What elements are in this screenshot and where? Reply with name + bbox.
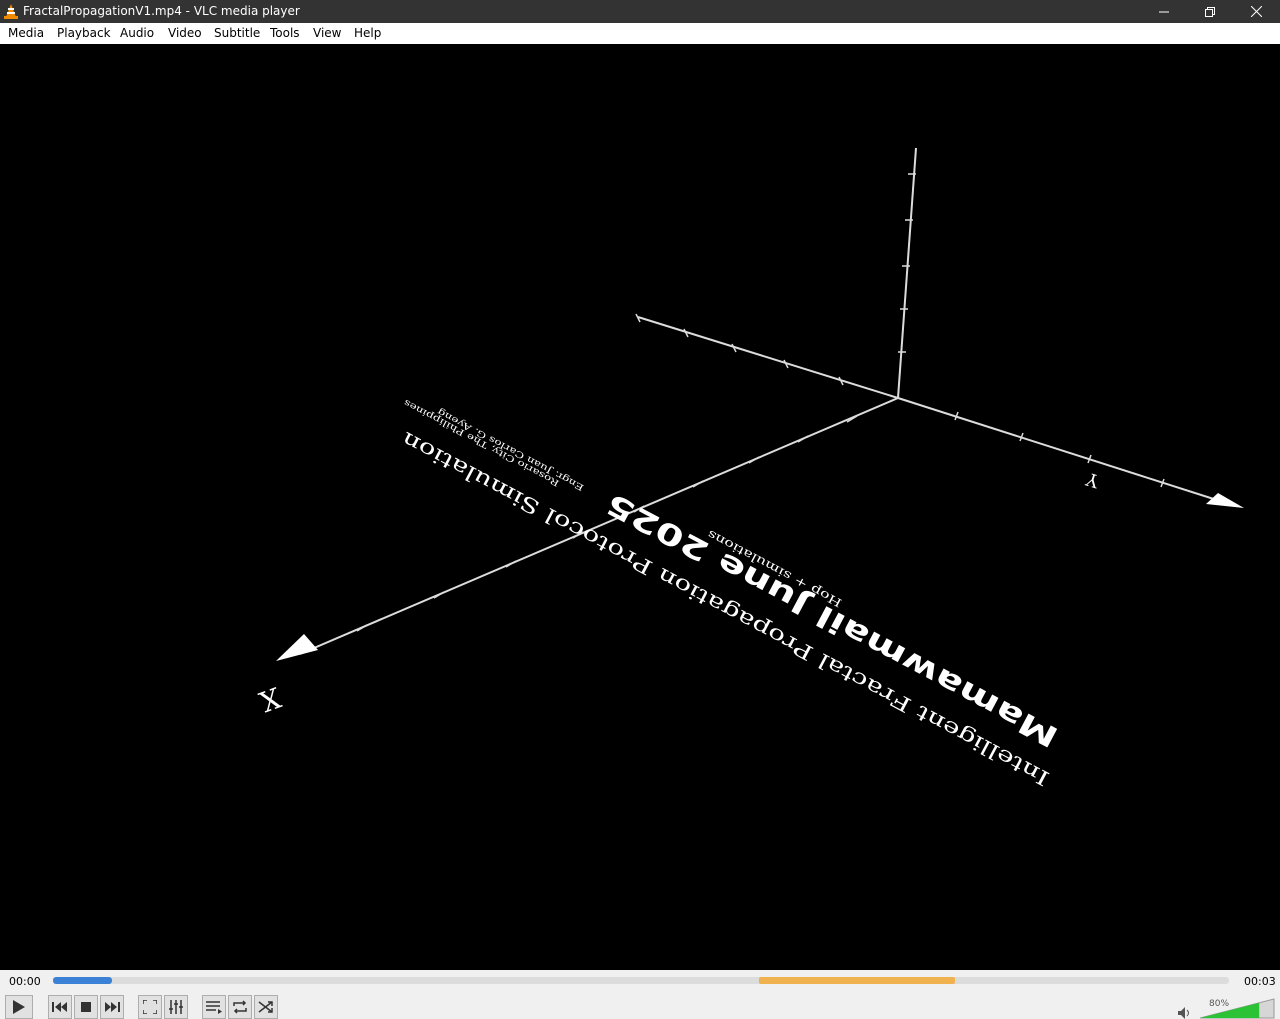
seek-bar-progress <box>53 977 112 984</box>
menu-video[interactable]: Video <box>168 26 202 40</box>
restore-button[interactable] <box>1187 0 1233 23</box>
next-button[interactable] <box>100 995 124 1019</box>
y-axis-line <box>897 397 1221 502</box>
menu-view[interactable]: View <box>313 26 341 40</box>
speaker-icon[interactable] <box>1178 1007 1192 1019</box>
y-axis-label: Y <box>1083 467 1103 491</box>
back-axis-line <box>637 316 899 399</box>
seek-bar[interactable] <box>53 977 1229 984</box>
menu-bar: Media Playback Audio Video Subtitle Tool… <box>0 23 1280 45</box>
vlc-cone-icon <box>4 4 18 19</box>
shuffle-button[interactable] <box>254 995 278 1019</box>
playlist-icon <box>206 1001 222 1014</box>
window-title: FractalPropagationV1.mp4 - VLC media pla… <box>23 4 300 18</box>
fullscreen-button[interactable] <box>138 995 162 1019</box>
axis-tick <box>748 456 760 464</box>
menu-audio[interactable]: Audio <box>120 26 154 40</box>
menu-help[interactable]: Help <box>354 26 381 40</box>
video-title-sub: Intelligent Fractal Propagation Protocol… <box>397 427 1053 791</box>
x-axis-label: X <box>255 680 285 718</box>
close-button[interactable] <box>1233 0 1279 23</box>
restore-icon <box>1205 6 1215 17</box>
loop-icon <box>233 1000 247 1014</box>
axis-tick <box>505 560 517 568</box>
title-bar: FractalPropagationV1.mp4 - VLC media pla… <box>0 0 1280 23</box>
menu-playback[interactable]: Playback <box>57 26 111 40</box>
menu-media[interactable]: Media <box>8 26 44 40</box>
extended-settings-icon <box>169 1000 183 1014</box>
y-axis-arrowhead <box>1206 493 1244 508</box>
menu-subtitle[interactable]: Subtitle <box>214 26 260 40</box>
video-frame: X Y Mamawmail June 2025 Intelligent Frac… <box>255 147 1244 791</box>
shuffle-icon <box>258 1001 273 1013</box>
x-axis-arrowhead <box>276 634 318 661</box>
axis-tick <box>797 435 809 443</box>
loop-button[interactable] <box>228 995 252 1019</box>
previous-icon <box>52 1002 67 1012</box>
minimize-icon <box>1159 11 1169 12</box>
time-total: 00:03 <box>1244 975 1276 988</box>
z-axis-line <box>897 147 917 399</box>
fullscreen-icon <box>143 1000 157 1014</box>
time-elapsed: 00:00 <box>9 975 41 988</box>
volume-slider[interactable] <box>1200 998 1275 1019</box>
minimize-button[interactable] <box>1141 0 1187 23</box>
play-button[interactable] <box>5 995 33 1019</box>
video-title-main: Mamawmail June 2025 <box>601 486 1064 753</box>
stop-icon <box>81 1002 91 1012</box>
previous-button[interactable] <box>48 995 72 1019</box>
close-icon <box>1250 6 1262 17</box>
axis-tick <box>692 480 704 488</box>
menu-tools[interactable]: Tools <box>270 26 300 40</box>
stop-button[interactable] <box>74 995 98 1019</box>
video-area[interactable]: X Y Mamawmail June 2025 Intelligent Frac… <box>0 44 1280 970</box>
next-icon <box>105 1002 120 1012</box>
extended-settings-button[interactable] <box>164 995 188 1019</box>
play-icon <box>13 1000 25 1014</box>
seek-bar-buffered <box>759 977 955 984</box>
playlist-button[interactable] <box>202 995 226 1019</box>
control-panel: 00:00 00:03 80% <box>0 970 1280 1019</box>
